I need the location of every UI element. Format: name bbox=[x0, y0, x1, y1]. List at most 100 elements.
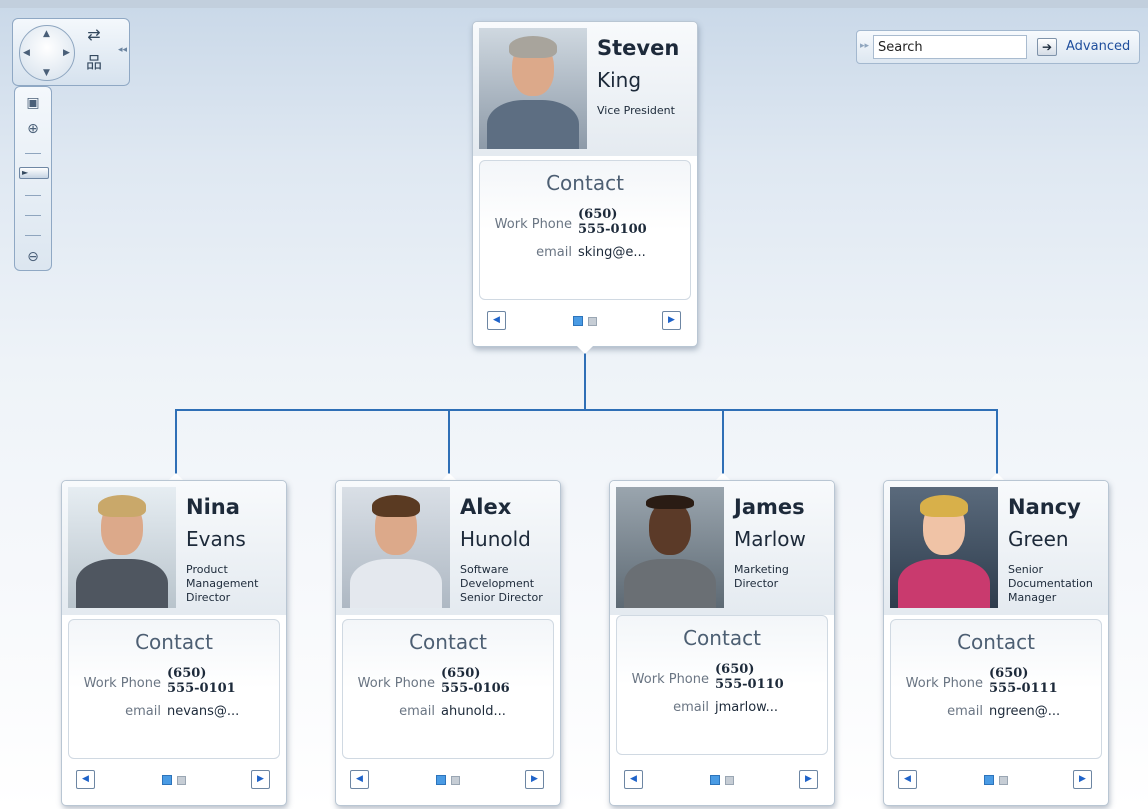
connector-child-2 bbox=[448, 409, 450, 475]
prev-page-icon[interactable]: ◀ bbox=[487, 311, 506, 330]
email-value[interactable]: ahunold... bbox=[441, 704, 506, 719]
advanced-search-link[interactable]: Advanced bbox=[1066, 39, 1130, 54]
page-indicator-active[interactable] bbox=[984, 775, 994, 785]
pan-up-icon[interactable]: ▲ bbox=[43, 29, 50, 39]
connector-child-1 bbox=[175, 409, 177, 475]
employee-last-name: Hunold bbox=[460, 527, 531, 551]
employee-last-name: Green bbox=[1008, 527, 1069, 551]
employee-title: Product Management Director bbox=[186, 563, 259, 604]
email-label: email bbox=[399, 704, 435, 719]
work-phone-value: (650) 555-0110 bbox=[715, 662, 784, 692]
collapse-panel-icon[interactable]: ◂◂ bbox=[118, 45, 127, 55]
work-phone-label: Work Phone bbox=[494, 217, 572, 232]
prev-page-icon[interactable]: ◀ bbox=[898, 770, 917, 789]
employee-last-name: Marlow bbox=[734, 527, 806, 551]
next-page-icon[interactable]: ▶ bbox=[525, 770, 544, 789]
employee-photo bbox=[479, 28, 587, 149]
work-phone-value: (650) 555-0100 bbox=[578, 207, 647, 237]
search-panel: ▸▸ ➔ Advanced bbox=[856, 30, 1140, 64]
employee-card-alex-hunold[interactable]: Alex Hunold Software Development Senior … bbox=[335, 480, 561, 806]
next-page-icon[interactable]: ▶ bbox=[799, 770, 818, 789]
employee-last-name: Evans bbox=[186, 527, 246, 551]
page-indicator-active[interactable] bbox=[710, 775, 720, 785]
contact-heading: Contact bbox=[683, 626, 761, 650]
connector-horizontal bbox=[175, 409, 998, 411]
top-border bbox=[0, 0, 1148, 8]
page-indicator[interactable] bbox=[999, 776, 1008, 785]
card-header: Nina Evans Product Management Director bbox=[62, 481, 286, 615]
hierarchy-layout-icon[interactable]: 品 bbox=[83, 53, 105, 73]
employee-first-name: Alex bbox=[460, 495, 512, 519]
contact-section: Contact Work Phone (650) 555-0111 email … bbox=[890, 619, 1102, 759]
page-indicator[interactable] bbox=[725, 776, 734, 785]
work-phone-label: Work Phone bbox=[631, 672, 709, 687]
zoom-slider-thumb[interactable]: ► bbox=[19, 167, 49, 179]
next-page-icon[interactable]: ▶ bbox=[662, 311, 681, 330]
employee-card-nina-evans[interactable]: Nina Evans Product Management Director C… bbox=[61, 480, 287, 806]
page-indicator[interactable] bbox=[588, 317, 597, 326]
next-page-icon[interactable]: ▶ bbox=[251, 770, 270, 789]
connector-child-4 bbox=[996, 409, 998, 475]
employee-title: Senior Documentation Manager bbox=[1008, 563, 1093, 604]
zoom-tick bbox=[25, 215, 41, 216]
work-phone-value: (650) 555-0101 bbox=[167, 666, 236, 696]
email-label: email bbox=[947, 704, 983, 719]
prev-page-icon[interactable]: ◀ bbox=[350, 770, 369, 789]
employee-first-name: James bbox=[734, 495, 805, 519]
employee-title: Vice President bbox=[597, 104, 675, 117]
email-value[interactable]: sking@e... bbox=[578, 245, 646, 260]
page-indicator-active[interactable] bbox=[162, 775, 172, 785]
next-page-icon[interactable]: ▶ bbox=[1073, 770, 1092, 789]
pan-down-icon[interactable]: ▼ bbox=[43, 68, 50, 78]
pan-right-icon[interactable]: ▶ bbox=[63, 48, 70, 58]
fit-to-screen-icon[interactable]: ▣ bbox=[21, 93, 45, 113]
employee-title: Marketing Director bbox=[734, 563, 789, 590]
employee-photo bbox=[616, 487, 724, 608]
navigation-panel: ▲ ▼ ◀ ▶ ⇄ 品 ◂◂ bbox=[12, 18, 130, 86]
zoom-control: ▣ ⊕ ► ⊖ bbox=[14, 86, 52, 271]
employee-card-james-marlow[interactable]: James Marlow Marketing Director Contact … bbox=[609, 480, 835, 806]
search-input[interactable] bbox=[873, 35, 1027, 59]
card-header: James Marlow Marketing Director bbox=[610, 481, 834, 615]
email-value[interactable]: jmarlow... bbox=[715, 700, 778, 715]
employee-title: Software Development Senior Director bbox=[460, 563, 543, 604]
refresh-layout-icon[interactable]: ⇄ bbox=[83, 25, 105, 45]
employee-photo bbox=[890, 487, 998, 608]
work-phone-value: (650) 555-0111 bbox=[989, 666, 1058, 696]
contact-section: Contact Work Phone (650) 555-0110 email … bbox=[616, 615, 828, 755]
work-phone-label: Work Phone bbox=[83, 676, 161, 691]
contact-section: Contact Work Phone (650) 555-0106 email … bbox=[342, 619, 554, 759]
search-go-icon[interactable]: ➔ bbox=[1037, 38, 1057, 56]
zoom-tick bbox=[25, 235, 41, 236]
employee-card-nancy-green[interactable]: Nancy Green Senior Documentation Manager… bbox=[883, 480, 1109, 806]
employee-first-name: Nina bbox=[186, 495, 240, 519]
employee-photo bbox=[342, 487, 450, 608]
panel-grip-icon[interactable]: ▸▸ bbox=[860, 41, 869, 51]
zoom-out-icon[interactable]: ⊖ bbox=[21, 247, 45, 267]
work-phone-value: (650) 555-0106 bbox=[441, 666, 510, 696]
page-indicator[interactable] bbox=[451, 776, 460, 785]
contact-section: Contact Work Phone (650) 555-0101 email … bbox=[68, 619, 280, 759]
work-phone-label: Work Phone bbox=[905, 676, 983, 691]
page-indicator-active[interactable] bbox=[573, 316, 583, 326]
connector-root bbox=[584, 348, 586, 410]
connector-child-3 bbox=[722, 409, 724, 475]
employee-card-root[interactable]: Steven King Vice President Contact Work … bbox=[472, 21, 698, 347]
prev-page-icon[interactable]: ◀ bbox=[624, 770, 643, 789]
employee-first-name: Nancy bbox=[1008, 495, 1081, 519]
zoom-tick bbox=[25, 153, 41, 154]
email-label: email bbox=[536, 245, 572, 260]
email-value[interactable]: ngreen@... bbox=[989, 704, 1060, 719]
pan-control[interactable]: ▲ ▼ ◀ ▶ bbox=[19, 25, 75, 81]
card-header: Steven King Vice President bbox=[473, 22, 697, 156]
page-indicator[interactable] bbox=[177, 776, 186, 785]
zoom-in-icon[interactable]: ⊕ bbox=[21, 119, 45, 139]
prev-page-icon[interactable]: ◀ bbox=[76, 770, 95, 789]
email-value[interactable]: nevans@... bbox=[167, 704, 239, 719]
card-pointer-icon bbox=[577, 346, 593, 354]
page-indicator-active[interactable] bbox=[436, 775, 446, 785]
employee-last-name: King bbox=[597, 68, 642, 92]
pan-left-icon[interactable]: ◀ bbox=[23, 48, 30, 58]
zoom-tick bbox=[25, 195, 41, 196]
contact-heading: Contact bbox=[546, 171, 624, 195]
